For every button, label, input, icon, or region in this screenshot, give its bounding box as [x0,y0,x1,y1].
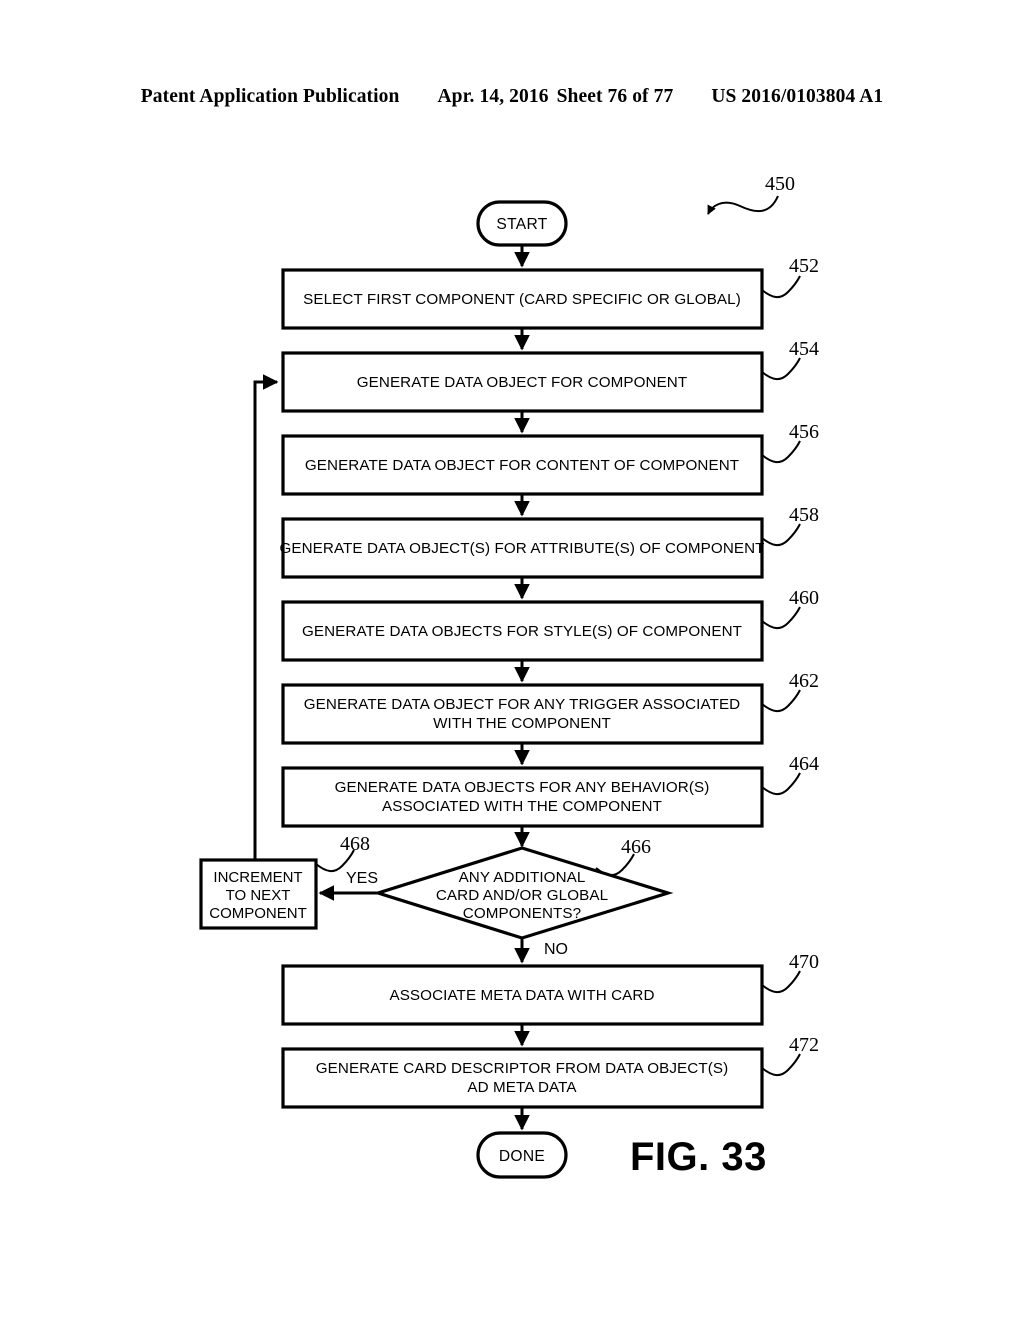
process-step-462-line-0: GENERATE DATA OBJECT FOR ANY TRIGGER ASS… [304,696,741,713]
process-step-460-leader [761,606,801,629]
process-step-464-line-0: GENERATE DATA OBJECTS FOR ANY BEHAVIOR(S… [335,779,710,796]
branch-label-no: NO [544,941,568,958]
branch-label-yes: YES [346,870,378,887]
process-step-472-line-0: GENERATE CARD DESCRIPTOR FROM DATA OBJEC… [316,1060,729,1077]
process-step-458: GENERATE DATA OBJECT(S) FOR ATTRIBUTE(S)… [279,504,819,579]
process-step-454-line-0: GENERATE DATA OBJECT FOR COMPONENT [357,374,688,391]
process-step-462-line-1: WITH THE COMPONENT [433,715,611,732]
process-step-470-ref: 470 [789,951,819,973]
decision-466-line-1: CARD AND/OR GLOBAL [436,887,608,904]
process-step-458-leader [761,523,801,546]
process-step-464: GENERATE DATA OBJECTS FOR ANY BEHAVIOR(S… [281,753,819,828]
process-step-472-line-1: AD META DATA [467,1079,577,1096]
decision-466: ANY ADDITIONAL CARD AND/OR GLOBAL COMPON… [372,836,674,940]
process-step-472: GENERATE CARD DESCRIPTOR FROM DATA OBJEC… [281,1034,819,1109]
decision-466-line-0: ANY ADDITIONAL [459,869,586,886]
process-step-468-ref: 468 [340,833,370,855]
process-step-468-line-2: COMPONENT [209,905,307,922]
figure-reference-450-label: 450 [765,173,795,195]
process-step-472-box [281,1047,764,1109]
figure-reference-450-arrow [707,195,779,215]
process-step-462: GENERATE DATA OBJECT FOR ANY TRIGGER ASS… [281,670,819,745]
flowchart-figure: 450 START SELECT FIRST COMPONENT (CARD S… [199,173,819,1179]
process-step-470: ASSOCIATE META DATA WITH CARD 470 [281,951,819,1026]
done-terminator: DONE [476,1131,568,1179]
process-step-456-ref: 456 [789,421,819,443]
figure-number-label: FIG. 33 [630,1135,767,1179]
decision-466-line-2: COMPONENTS? [463,905,581,922]
process-step-464-ref: 464 [789,753,819,775]
process-step-468-line-1: TO NEXT [226,887,291,904]
process-step-458-line-0: GENERATE DATA OBJECT(S) FOR ATTRIBUTE(S)… [279,540,764,557]
process-step-464-box [281,766,764,828]
process-step-462-leader [761,689,801,712]
process-step-458-ref: 458 [789,504,819,526]
done-terminator-label: DONE [499,1148,545,1165]
process-step-456: GENERATE DATA OBJECT FOR CONTENT OF COMP… [281,421,819,496]
process-step-452-leader [761,275,801,298]
process-step-464-leader [761,772,801,795]
process-step-452-ref: 452 [789,255,819,277]
process-step-460-line-0: GENERATE DATA OBJECTS FOR STYLE(S) OF CO… [302,623,742,640]
process-step-454: GENERATE DATA OBJECT FOR COMPONENT 454 [281,338,819,413]
process-step-456-line-0: GENERATE DATA OBJECT FOR CONTENT OF COMP… [305,457,739,474]
process-step-452-line-0: SELECT FIRST COMPONENT (CARD SPECIFIC OR… [303,291,741,308]
process-step-464-line-1: ASSOCIATED WITH THE COMPONENT [382,798,662,815]
process-step-452: SELECT FIRST COMPONENT (CARD SPECIFIC OR… [281,255,819,330]
start-terminator: START [476,200,568,247]
decision-466-ref: 466 [621,836,651,858]
process-step-462-ref: 462 [789,670,819,692]
process-step-470-leader [761,970,801,993]
process-step-462-box [281,683,764,745]
start-terminator-label: START [496,216,547,233]
process-step-468-line-0: INCREMENT [213,869,302,886]
process-step-456-leader [761,440,801,463]
process-step-468: INCREMENT TO NEXT COMPONENT 468 [199,833,370,930]
process-step-460-ref: 460 [789,587,819,609]
process-step-470-line-0: ASSOCIATE META DATA WITH CARD [389,987,654,1004]
process-step-454-ref: 454 [789,338,819,360]
process-step-454-leader [761,357,801,380]
figure-reference-450: 450 [707,173,795,215]
process-step-460: GENERATE DATA OBJECTS FOR STYLE(S) OF CO… [281,587,819,662]
process-step-472-leader [761,1053,801,1076]
connector-468-loopback-to-454 [253,374,279,860]
process-step-472-ref: 472 [789,1034,819,1056]
